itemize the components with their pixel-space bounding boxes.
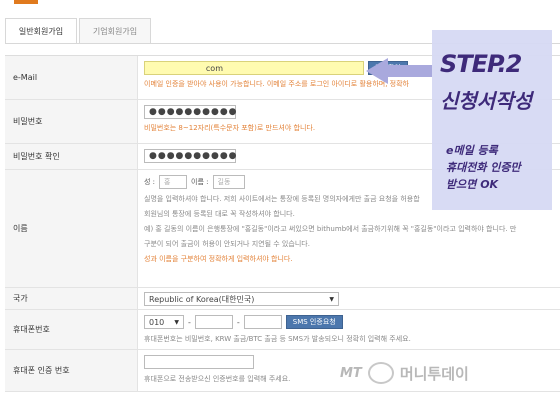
phone-prefix-value: 010 [149, 317, 165, 327]
watermark: MT 머니투데이 [340, 362, 469, 384]
step-subtitle: 신청서작성 [440, 89, 532, 113]
password-confirm-label: 비밀번호 확인 [5, 144, 138, 169]
name-warning: 성과 이름을 구분하여 정확하게 입력하셔야 합니다. [144, 255, 293, 263]
phone-row: 휴대폰번호 010 ▼ - - SMS 인증요청 휴대폰번호는 비밀번호, KR… [5, 310, 560, 350]
signup-tabs: 일반회원가입 기업회원가입 [5, 18, 153, 44]
password-label: 비밀번호 [5, 100, 138, 143]
name-note-4: 구분이 되어 출금이 허용이 안되거나 지연될 수 있습니다. [144, 240, 310, 248]
chevron-down-icon: ▼ [174, 318, 179, 326]
verification-code-input[interactable] [144, 355, 254, 369]
step-title: STEP.2 [440, 50, 522, 78]
step-desc-line-2: 휴대전화 인증만 [446, 161, 521, 174]
arrow-left-icon [366, 58, 432, 84]
password-input[interactable]: ●●●●●●●●●● [144, 105, 237, 119]
country-value: Republic of Korea(대한민국) [149, 294, 255, 304]
phone-last-input[interactable] [243, 315, 282, 329]
watermark-logo-icon [367, 362, 394, 384]
surname-input[interactable]: 홍 [159, 175, 188, 189]
surname-label: 성 : [144, 178, 156, 186]
name-note-3: 예) 홍 길동의 이름이 은행통장에 "홍길동"이라고 써있으면 bithumb… [144, 225, 517, 233]
tab-general-signup[interactable]: 일반회원가입 [5, 18, 77, 44]
email-input[interactable]: com [144, 61, 364, 75]
password-confirm-input[interactable]: ●●●●●●●●●● [144, 149, 237, 163]
country-select[interactable]: Republic of Korea(대한민국) ▼ [144, 292, 339, 306]
sms-request-button[interactable]: SMS 인증요청 [285, 315, 343, 329]
country-row: 국가 Republic of Korea(대한민국) ▼ [5, 288, 560, 310]
country-label: 국가 [5, 288, 138, 309]
watermark-mt: MT [340, 365, 362, 381]
email-label: e-Mail [5, 56, 138, 99]
name-label: 이름 [5, 170, 138, 287]
chevron-down-icon: ▼ [329, 295, 334, 303]
phone-verify-row: 휴대폰 인증 번호 휴대폰으로 전송받으신 인증번호를 입력해 주세요. [5, 350, 560, 392]
step-desc-line-1: e메일 등록 [446, 144, 498, 157]
top-strip [0, 0, 560, 12]
phone-dash: - [236, 317, 240, 327]
phone-prefix-select[interactable]: 010 ▼ [144, 315, 184, 329]
given-name-label: 이름 : [191, 178, 209, 186]
tab-corporate-signup[interactable]: 기업회원가입 [79, 18, 151, 44]
phone-note: 휴대폰번호는 비밀번호, KRW 출금/BTC 출금 등 SMS가 발송되오니 … [144, 335, 411, 343]
phone-label: 휴대폰번호 [5, 310, 138, 349]
watermark-text: 머니투데이 [399, 364, 469, 383]
step-overlay: STEP.2 신청서작성 e메일 등록 휴대전화 인증만 받으면 OK [432, 30, 552, 210]
phone-dash: - [188, 317, 191, 327]
phone-middle-input[interactable] [194, 315, 233, 329]
phone-verify-label: 휴대폰 인증 번호 [5, 350, 138, 391]
step-desc-line-3: 받으면 OK [446, 178, 499, 191]
top-accent-mark [14, 0, 38, 4]
given-name-input[interactable]: 길동 [212, 175, 245, 189]
step-description: e메일 등록 휴대전화 인증만 받으면 OK [446, 142, 521, 193]
